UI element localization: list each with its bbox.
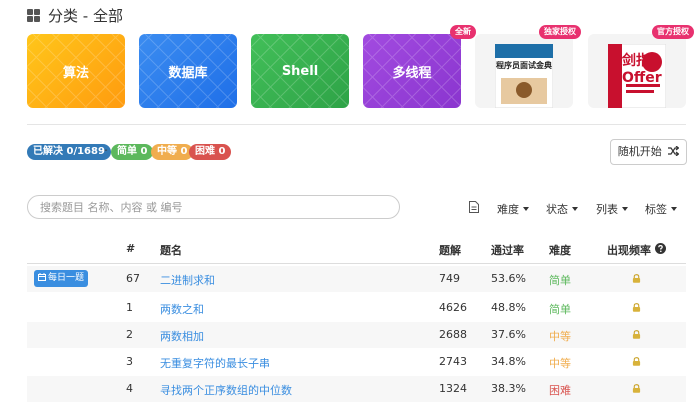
problem-title[interactable]: 二进制求和: [160, 272, 215, 288]
difficulty-label: 中等: [549, 357, 571, 370]
lock-icon: [632, 303, 641, 312]
problem-id: 3: [126, 355, 133, 368]
table-row[interactable]: 1 两数之和 4626 48.8% 简单: [27, 295, 686, 321]
lock-icon: [632, 384, 641, 393]
filter-tags[interactable]: 标签: [645, 201, 677, 217]
category-label: 多线程: [392, 65, 432, 81]
difficulty-label: 简单: [549, 274, 571, 287]
difficulty-label: 中等: [549, 330, 571, 343]
book-cover-title: 剑指Offer: [622, 53, 662, 86]
category-shell[interactable]: Shell: [251, 34, 349, 108]
category-label: 数据库: [168, 65, 208, 81]
solution-count: 2688: [439, 328, 467, 341]
table-header-divider: [27, 263, 686, 264]
solution-count: 1324: [439, 382, 467, 395]
category-concurrency[interactable]: 多线程: [363, 34, 461, 108]
lock-icon: [632, 274, 641, 283]
category-label: Shell: [281, 63, 319, 79]
difficulty-label: 简单: [549, 303, 571, 316]
book-tile-1[interactable]: 程序员面试金典: [475, 34, 573, 108]
page-title: 分类 - 全部: [48, 7, 123, 25]
acceptance-rate: 48.8%: [491, 301, 526, 314]
easy-pill: 简单 0: [111, 144, 154, 160]
column-header-frequency[interactable]: 出现频率: [607, 242, 651, 258]
badge-new: 全新: [450, 25, 476, 39]
column-header-title[interactable]: 题名: [160, 242, 182, 258]
solution-count: 4626: [439, 301, 467, 314]
column-header-difficulty[interactable]: 难度: [549, 242, 571, 258]
column-header-acceptance[interactable]: 通过率: [491, 242, 524, 258]
daily-question-button[interactable]: 每日一题: [34, 270, 88, 287]
category-algorithms[interactable]: 算法: [27, 34, 125, 108]
badge-exclusive: 独家授权: [539, 25, 581, 39]
chevron-down-icon: [671, 207, 677, 211]
problem-title[interactable]: 两数相加: [160, 328, 204, 344]
table-row[interactable]: 2 两数相加 2688 37.6% 中等: [27, 322, 686, 348]
table-row[interactable]: 67 二进制求和 749 53.6% 简单: [27, 266, 686, 292]
medium-pill: 中等 0: [151, 144, 194, 160]
book-cover-title: 程序员面试金典: [496, 61, 552, 70]
acceptance-rate: 38.3%: [491, 382, 526, 395]
problem-title[interactable]: 两数之和: [160, 301, 204, 317]
shuffle-icon: [668, 145, 680, 157]
document-icon[interactable]: [469, 201, 479, 213]
filter-status[interactable]: 状态: [546, 201, 578, 217]
acceptance-rate: 53.6%: [491, 272, 526, 285]
lock-icon: [632, 357, 641, 366]
category-label: 算法: [62, 65, 89, 81]
problem-id: 67: [126, 272, 140, 285]
daily-question-label: 每日一题: [47, 273, 84, 283]
table-row[interactable]: 4 寻找两个正序数组的中位数 1324 38.3% 困难: [27, 376, 686, 402]
chevron-down-icon: [572, 207, 578, 211]
help-icon[interactable]: [655, 243, 666, 254]
hard-pill: 困难 0: [189, 144, 232, 160]
filter-difficulty[interactable]: 难度: [497, 201, 529, 217]
problem-title[interactable]: 寻找两个正序数组的中位数: [160, 382, 292, 398]
solution-count: 2743: [439, 355, 467, 368]
difficulty-label: 困难: [549, 384, 571, 397]
badge-official: 官方授权: [652, 25, 694, 39]
filter-label: 难度: [497, 203, 519, 216]
filter-label: 状态: [546, 203, 568, 216]
stats-separator: -: [104, 145, 108, 156]
lock-icon: [632, 330, 641, 339]
grid-icon: [27, 9, 40, 22]
problem-title[interactable]: 无重复字符的最长子串: [160, 355, 270, 371]
chevron-down-icon: [523, 207, 529, 211]
problem-id: 1: [126, 301, 133, 314]
search-input[interactable]: [27, 195, 400, 219]
column-header-solutions[interactable]: 题解: [439, 242, 461, 258]
table-row[interactable]: 3 无重复字符的最长子串 2743 34.8% 中等: [27, 349, 686, 375]
random-start-label: 随机开始: [617, 145, 662, 158]
problem-id: 4: [126, 382, 133, 395]
column-header-id[interactable]: #: [126, 242, 135, 255]
category-database[interactable]: 数据库: [139, 34, 237, 108]
acceptance-rate: 34.8%: [491, 355, 526, 368]
solved-pill: 已解决 0/1689: [27, 144, 111, 160]
filter-label: 列表: [596, 203, 618, 216]
calendar-icon: [37, 273, 46, 281]
filter-list[interactable]: 列表: [596, 201, 628, 217]
acceptance-rate: 37.6%: [491, 328, 526, 341]
book-tile-2[interactable]: 剑指Offer: [588, 34, 686, 108]
chevron-down-icon: [622, 207, 628, 211]
random-start-button[interactable]: 随机开始: [610, 139, 687, 165]
book-cover-image: [495, 44, 553, 108]
section-divider: [27, 124, 686, 125]
filter-label: 标签: [645, 203, 667, 216]
problem-id: 2: [126, 328, 133, 341]
solution-count: 749: [439, 272, 460, 285]
